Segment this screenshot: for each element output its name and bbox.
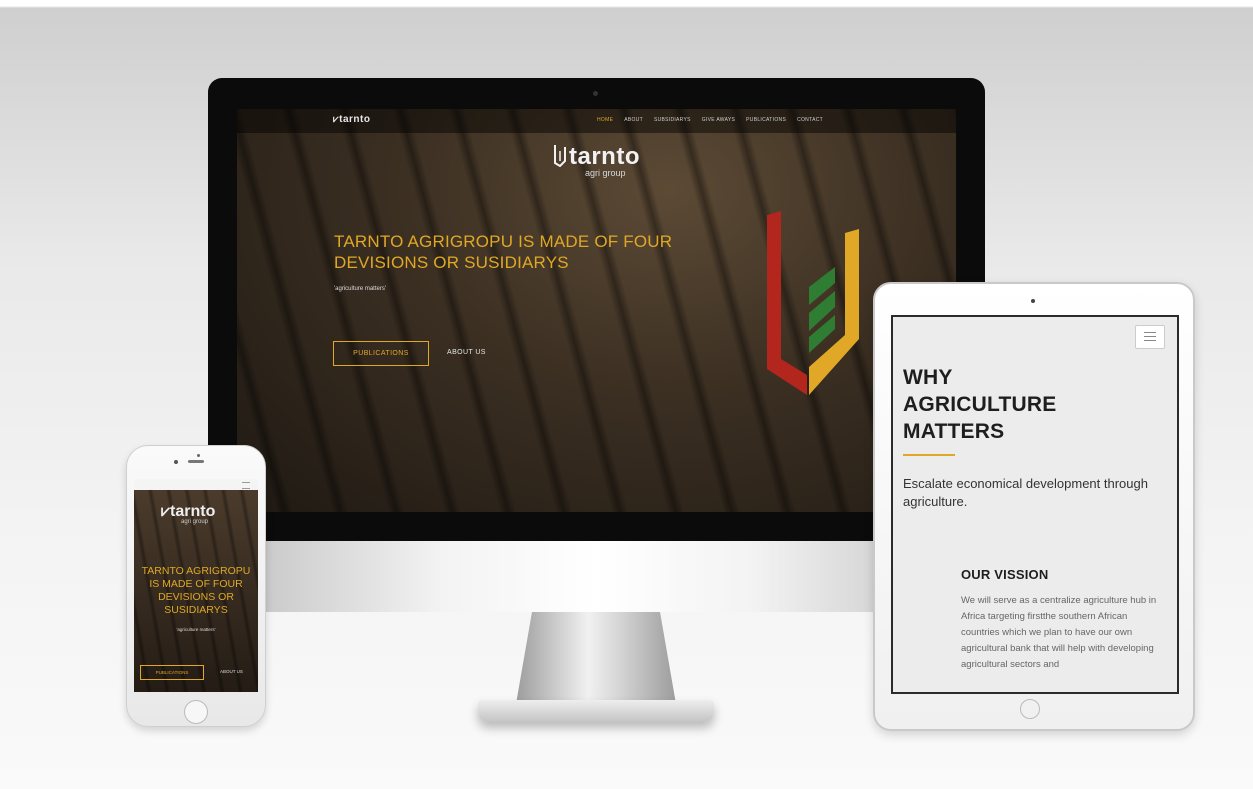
monitor-chin <box>208 541 985 612</box>
phone-home-button[interactable] <box>184 700 208 724</box>
phone-brand-tagline: agri group <box>181 519 209 525</box>
vision-title: OUR VISSION <box>961 567 1049 582</box>
nav-logo-text: tarnto <box>339 114 371 125</box>
hamburger-icon[interactable] <box>1135 325 1165 349</box>
phone-device: ⩗tarnto agri group TARNTO AGRIGROPU IS M… <box>126 445 266 727</box>
heading-divider <box>903 454 955 456</box>
vision-body: We will serve as a centralize agricultur… <box>961 595 1157 670</box>
lead-text: Escalate economical development through … <box>903 476 1148 509</box>
nav-link-home[interactable]: HOME <box>597 117 613 123</box>
publications-button[interactable]: PUBLICATIONS <box>333 341 429 366</box>
phone-hero-title: TARNTO AGRIGROPU IS MADE OF FOUR DEVISIO… <box>141 565 251 616</box>
hero-brand-logo: tarnto agri group <box>553 143 640 178</box>
nav-logo[interactable]: ⩗tarnto <box>333 114 370 125</box>
hamburger-icon[interactable] <box>242 482 250 489</box>
hero-brand-name: tarnto <box>569 143 640 170</box>
hero-subtitle: 'agriculture matters' <box>334 286 386 292</box>
phone-brand-logo: ⩗tarnto agri group <box>161 503 216 525</box>
desktop-monitor: ⩗tarnto HOME ABOUT SUBSIDIARYS GIVE AWAY… <box>208 78 985 612</box>
monitor-base <box>478 700 714 722</box>
nav-link-subsidiarys[interactable]: SUBSIDIARYS <box>654 117 691 123</box>
tablet-screen: WHY AGRICULTURE MATTERS Escalate economi… <box>891 315 1179 694</box>
about-us-button[interactable]: ABOUT US <box>447 341 486 364</box>
tablet-device: WHY AGRICULTURE MATTERS Escalate economi… <box>873 282 1195 731</box>
tablet-home-button[interactable] <box>1020 699 1040 719</box>
phone-logo-mark-icon: ⩗ <box>161 503 171 520</box>
nav-link-publications[interactable]: PUBLICATIONS <box>746 117 786 123</box>
nav-link-give-aways[interactable]: GIVE AWAYS <box>702 117 735 123</box>
desktop-nav-links: HOME ABOUT SUBSIDIARYS GIVE AWAYS PUBLIC… <box>597 117 823 123</box>
phone-screen: ⩗tarnto agri group TARNTO AGRIGROPU IS M… <box>134 479 258 692</box>
why-agriculture-heading: WHY AGRICULTURE MATTERS <box>903 366 1057 443</box>
nav-link-contact[interactable]: CONTACT <box>797 117 823 123</box>
phone-sensor <box>174 460 178 464</box>
phone-about-us-button[interactable]: ABOUT US <box>220 665 243 678</box>
phone-speaker <box>188 460 204 463</box>
phone-hero-subtitle: 'agriculture matters' <box>176 627 216 632</box>
brand-v-logo-icon <box>767 211 859 395</box>
hero-title: TARNTO AGRIGROPU IS MADE OF FOUR DEVISIO… <box>334 232 673 272</box>
logo-mark-icon <box>554 145 566 167</box>
desktop-screen: ⩗tarnto HOME ABOUT SUBSIDIARYS GIVE AWAY… <box>237 109 956 512</box>
phone-camera <box>197 454 200 457</box>
monitor-camera <box>593 91 598 96</box>
phone-brand-name: tarnto <box>170 503 216 520</box>
nav-link-about[interactable]: ABOUT <box>624 117 643 123</box>
phone-top-bar <box>134 479 258 490</box>
tablet-camera <box>1031 299 1035 303</box>
phone-publications-button[interactable]: PUBLICATIONS <box>140 665 204 680</box>
monitor-stand <box>516 612 676 704</box>
hero-brand-tagline: agri group <box>585 168 626 178</box>
